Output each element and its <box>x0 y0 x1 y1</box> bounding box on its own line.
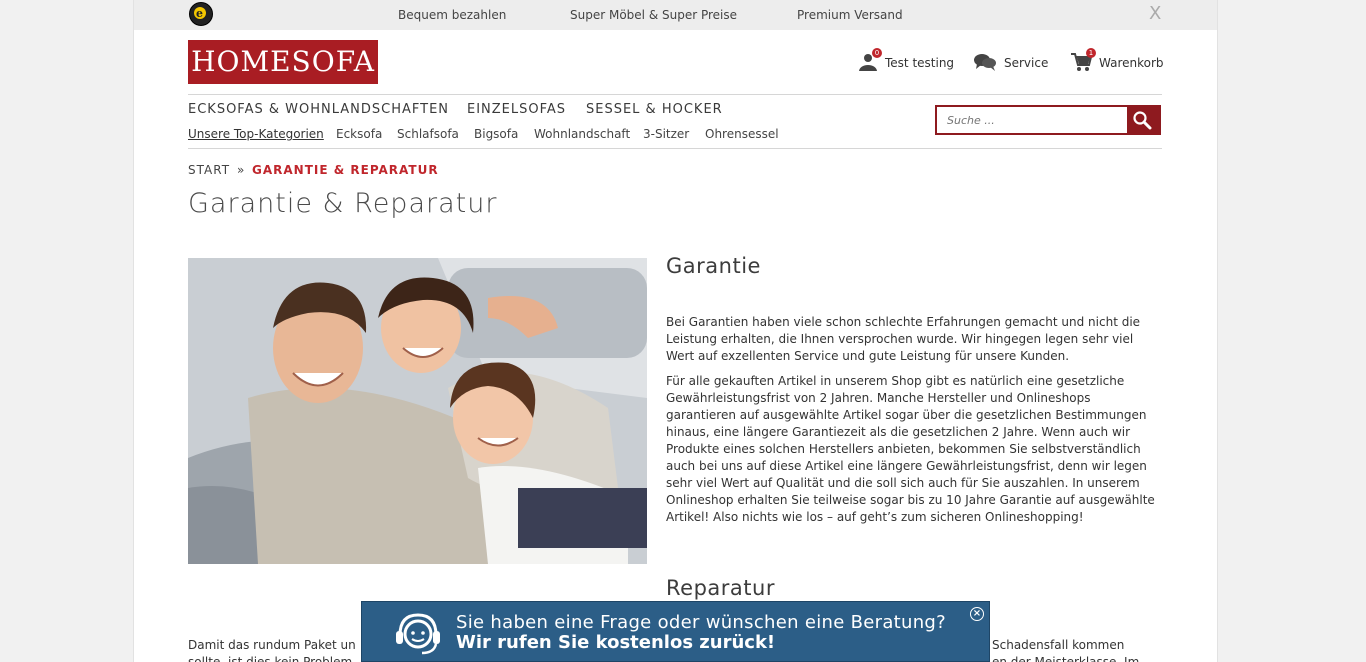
topbar-close-button[interactable]: X <box>1149 3 1161 24</box>
breadcrumb-separator: » <box>237 163 246 177</box>
garantie-paragraph-2: Für alle gekauften Artikel in unserem Sh… <box>666 374 1155 524</box>
reparatur-text-left-line-1: Damit das rundum Paket un <box>188 638 356 652</box>
page: e Bequem bezahlen Super Möbel & Super Pr… <box>133 0 1218 662</box>
topbar-prices: Super Möbel & Super Preise <box>570 8 738 22</box>
reparatur-text-right: Schadensfall kommen en der Meisterklasse… <box>992 637 1139 662</box>
subnav-ohrensessel[interactable]: Ohrensessel <box>705 127 779 141</box>
nav-ecksofas[interactable]: ECKSOFAS & WOHNLANDSCHAFTEN <box>188 102 449 117</box>
subnav-3-sitzer[interactable]: 3-Sitzer <box>643 127 689 141</box>
callback-popup[interactable]: Sie haben eine Frage oder wünschen eine … <box>361 601 990 662</box>
search-button[interactable] <box>1127 107 1159 133</box>
user-icon: 0 <box>858 48 882 75</box>
popup-close-icon[interactable]: × <box>970 607 984 621</box>
reparatur-heading: Reparatur <box>666 576 775 600</box>
family-on-sofa-image <box>188 258 647 564</box>
garantie-heading: Garantie <box>666 254 761 278</box>
cart-badge: 1 <box>1086 48 1096 58</box>
nav-sessel-hocker[interactable]: SESSEL & HOCKER <box>586 102 723 117</box>
topbar-shipping: Premium Versand <box>797 8 903 22</box>
account-badge: 0 <box>872 48 882 58</box>
headset-agent-icon <box>396 613 440 655</box>
shopping-cart-icon: 1 <box>1070 48 1096 75</box>
service-link[interactable]: Service <box>973 52 1048 75</box>
nav-top-categories[interactable]: Unsere Top-Kategorien <box>188 127 324 141</box>
subnav-bigsofa[interactable]: Bigsofa <box>474 127 518 141</box>
service-label: Service <box>1004 56 1049 70</box>
reparatur-text-right-line-2: en der Meisterklasse. Im <box>992 655 1140 662</box>
header-divider <box>188 94 1162 95</box>
topbar-payment: Bequem bezahlen <box>398 8 507 22</box>
search-icon <box>1133 111 1152 130</box>
nav-einzelsofas[interactable]: EINZELSOFAS <box>467 102 566 117</box>
chat-bubbles-icon <box>973 52 997 75</box>
popup-callback-text[interactable]: Wir rufen Sie kostenlos zurück! <box>456 632 775 653</box>
homesofa-logo[interactable]: HOMESOFA <box>188 40 378 84</box>
popup-question: Sie haben eine Frage oder wünschen eine … <box>456 612 947 633</box>
subnav-wohnlandschaft[interactable]: Wohnlandschaft <box>534 127 630 141</box>
account-label: Test testing <box>885 56 955 70</box>
breadcrumb-start[interactable]: START <box>188 163 230 177</box>
search-box <box>935 105 1161 135</box>
reparatur-text-left-line-2: sollte, ist dies kein Problem <box>188 655 353 662</box>
account-link[interactable]: 0 Test testing <box>858 48 955 75</box>
search-input[interactable] <box>937 107 1147 133</box>
cart-link[interactable]: 1 Warenkorb <box>1070 48 1164 75</box>
subnav-ecksofa[interactable]: Ecksofa <box>336 127 382 141</box>
garantie-paragraph-1: Bei Garantien haben viele schon schlecht… <box>666 315 1141 363</box>
reparatur-text-right-line-1: Schadensfall kommen <box>992 638 1125 652</box>
nav-divider <box>188 148 1162 149</box>
seal-letter: e <box>196 7 203 20</box>
subnav-schlafsofa[interactable]: Schlafsofa <box>397 127 459 141</box>
top-bar: e Bequem bezahlen Super Möbel & Super Pr… <box>134 0 1217 30</box>
cart-label: Warenkorb <box>1099 56 1164 70</box>
reparatur-text-left: Damit das rundum Paket un sollte, ist di… <box>188 637 356 662</box>
page-title: Garantie & Reparatur <box>188 188 498 219</box>
trusted-shops-seal-icon[interactable]: e <box>189 2 213 26</box>
breadcrumb-current: GARANTIE & REPARATUR <box>252 163 439 177</box>
